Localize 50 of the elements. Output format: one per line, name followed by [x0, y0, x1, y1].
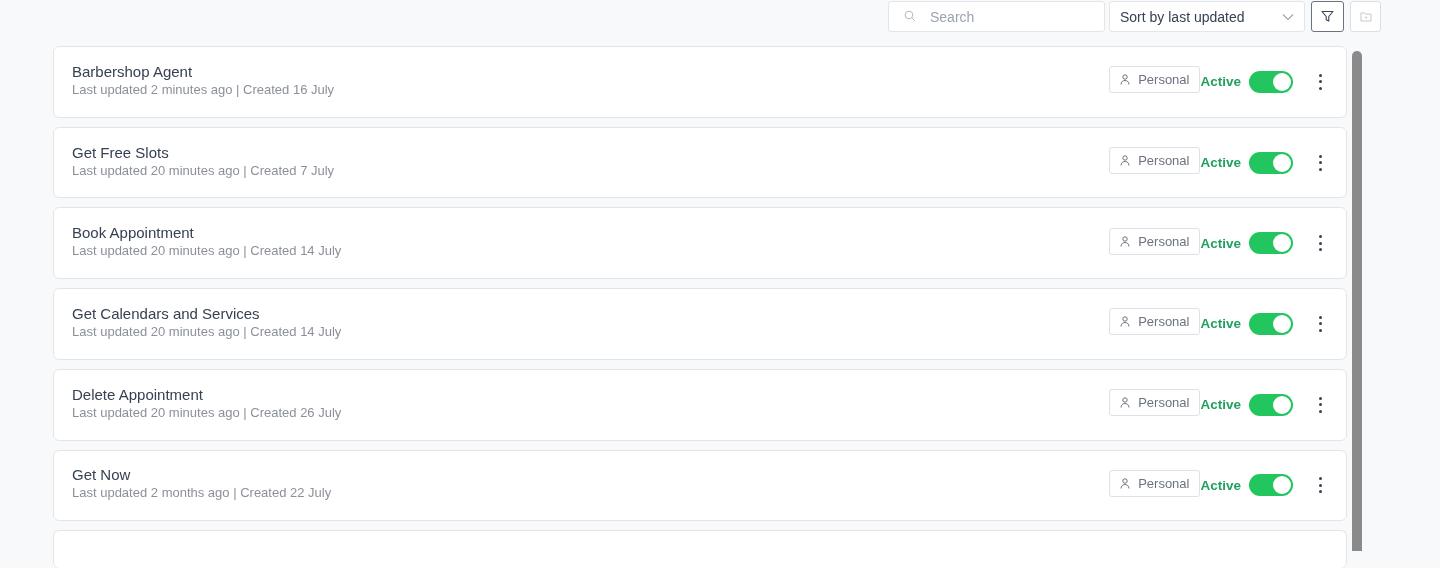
status-label: Active — [1200, 477, 1241, 493]
agent-name: Book Appointment — [72, 224, 195, 242]
sort-dropdown[interactable]: Sort by last updated — [1109, 1, 1305, 32]
chevron-down-icon — [1282, 12, 1294, 21]
person-icon — [1120, 235, 1131, 247]
agent-card[interactable]: Delete Appointment Last updated 20 minutes ago | Created 26 July Personal Active — [53, 368, 1347, 441]
toggle-switch[interactable] — [1249, 151, 1293, 174]
toggle-switch[interactable] — [1249, 474, 1293, 497]
agent-meta: Last updated 20 minutes ago | Created 7 July — [72, 162, 336, 178]
agent-meta: Last updated 20 minutes ago | Created 26 July — [72, 404, 343, 420]
agent-card[interactable]: Get Now Last updated 2 months ago | Created 22 July Personal Active — [53, 449, 1347, 522]
toggle-switch[interactable] — [1249, 312, 1293, 335]
status-label: Active — [1200, 235, 1241, 251]
personal-tag: Personal — [1109, 66, 1201, 94]
toggle-switch[interactable] — [1249, 393, 1293, 416]
filter-button[interactable] — [1311, 1, 1344, 32]
agent-meta: Last updated 20 minutes ago | Created 14 July — [72, 323, 343, 339]
person-icon — [1120, 397, 1131, 409]
agent-name: Get Free Slots — [72, 143, 170, 161]
personal-tag: Personal — [1109, 227, 1201, 255]
toggle-switch[interactable] — [1249, 70, 1293, 93]
personal-tag: Personal — [1109, 469, 1201, 497]
person-icon — [1120, 155, 1131, 167]
personal-tag: Personal — [1109, 308, 1201, 336]
agent-card[interactable]: Barbershop Agent Last updated 2 minutes ago | Created 16 July Personal Active — [53, 46, 1347, 118]
person-icon — [1120, 74, 1131, 86]
agent-card[interactable]: Get Calendars and Services Last updated 20 minutes ago | Created 14 July Personal Active — [53, 288, 1347, 360]
agent-meta: Last updated 2 minutes ago | Created 16 July — [72, 81, 336, 97]
folder-button[interactable] — [1350, 1, 1381, 32]
status-label: Active — [1200, 397, 1241, 413]
personal-tag: Personal — [1109, 389, 1201, 417]
person-icon — [1120, 316, 1131, 328]
folder-icon — [1359, 11, 1372, 22]
agent-meta: Last updated 2 months ago | Created 22 July — [72, 485, 333, 501]
agent-card[interactable]: Book Appointment Last updated 20 minutes ago | Created 14 July Personal Active — [53, 207, 1347, 280]
toggle-switch[interactable] — [1249, 232, 1293, 255]
agent-name: Get Calendars and Services — [72, 304, 261, 322]
agent-card[interactable]: Get Free Slots Last updated 20 minutes ago | Created 7 July Personal Active — [53, 126, 1347, 199]
search-field[interactable]: Search — [888, 1, 1105, 32]
status-label: Active — [1200, 155, 1241, 171]
agent-meta: Last updated 20 minutes ago | Created 14 July — [72, 243, 343, 259]
agent-name: Delete Appointment — [72, 385, 204, 403]
agent-name: Barbershop Agent — [72, 62, 194, 80]
status-label: Active — [1200, 74, 1241, 90]
personal-tag: Personal — [1109, 147, 1201, 175]
status-label: Active — [1200, 316, 1241, 332]
filter-icon — [1321, 10, 1334, 23]
agent-name: Get Now — [72, 466, 132, 484]
person-icon — [1120, 477, 1131, 489]
scrollbar-thumb[interactable] — [1352, 51, 1362, 551]
